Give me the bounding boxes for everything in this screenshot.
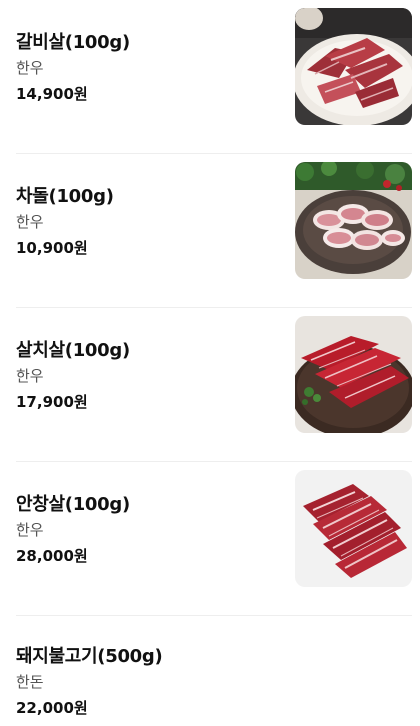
item-photo-anchangsal[interactable] — [295, 470, 412, 587]
chadol-photo-image — [295, 162, 412, 279]
salchisal-photo-image — [295, 316, 412, 433]
item-photo-salchisal[interactable] — [295, 316, 412, 433]
item-name: 안창살(100g) — [16, 494, 130, 515]
item-price: 17,900원 — [16, 393, 88, 411]
item-origin: 한우 — [16, 59, 44, 77]
menu-item-chadol[interactable]: 차돌(100g) 한우 10,900원 — [0, 154, 420, 308]
menu-item-anchangsal[interactable]: 안창살(100g) 한우 28,000원 — [0, 462, 420, 616]
item-price: 10,900원 — [16, 239, 88, 257]
item-name: 갈비살(100g) — [16, 32, 130, 53]
item-photo-galbisal[interactable] — [295, 8, 412, 125]
item-name: 돼지불고기(500g) — [16, 646, 163, 667]
item-origin: 한우 — [16, 213, 44, 231]
item-origin: 한돈 — [16, 673, 44, 691]
item-origin: 한우 — [16, 521, 44, 539]
menu-item-salchisal[interactable]: 살치살(100g) 한우 17,900원 — [0, 308, 420, 462]
item-photo-chadol[interactable] — [295, 162, 412, 279]
item-price: 28,000원 — [16, 547, 88, 565]
menu-item-pork-bulgogi[interactable]: 돼지불고기(500g) 한돈 22,000원 — [0, 616, 420, 726]
item-price: 22,000원 — [16, 699, 88, 717]
menu-list: 갈비살(100g) 한우 14,900원 차돌(100g) 한우 10,900원… — [0, 0, 420, 726]
item-name: 차돌(100g) — [16, 186, 114, 207]
anchangsal-photo-image — [295, 470, 412, 587]
item-origin: 한우 — [16, 367, 44, 385]
item-name: 살치살(100g) — [16, 340, 130, 361]
galbisal-photo-image — [295, 8, 412, 125]
item-price: 14,900원 — [16, 85, 88, 103]
menu-item-galbisal[interactable]: 갈비살(100g) 한우 14,900원 — [0, 0, 420, 154]
